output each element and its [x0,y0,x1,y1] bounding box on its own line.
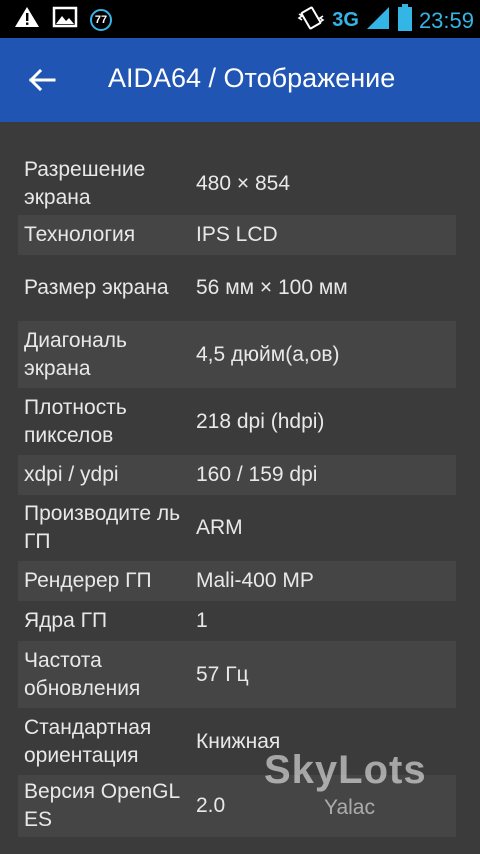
display-info-list[interactable]: Разрешение экрана 480 × 854 Технология I… [0,122,480,854]
network-type-label: 3G [332,9,359,31]
row-value: 1 [196,609,208,632]
row-label: Стандартная ориентация [24,715,152,767]
row-label: Ядра ГП [24,609,108,632]
row-label: Разрешение экрана [24,157,146,209]
status-bar: 77 3G 23:59 [0,0,480,38]
row-label: Технология [24,223,136,246]
table-row: Частота обновления 57 Гц [18,641,456,708]
table-row: xdpi / ydpi 160 / 159 dpi [18,455,456,495]
clock: 23:59 [418,7,474,33]
table-row: Технология IPS LCD [18,215,456,255]
table-row: Разрешение экрана 480 × 854 [18,152,456,215]
row-value: 160 / 159 dpi [196,463,318,486]
row-label: xdpi / ydpi [24,463,119,486]
row-label: Диагональ экрана [24,328,127,380]
row-value: ARM [196,516,243,539]
warning-icon [14,5,40,34]
table-row: Ядра ГП 1 [18,601,456,641]
row-value: 4,5 дюйм(а,ов) [196,342,340,366]
watermark-subtext: Yalac [324,796,375,819]
watermark-text: SkyLots [264,748,427,792]
signal-icon [365,5,391,36]
back-arrow-icon [28,68,56,92]
table-row: Рендерер ГП Mali-400 MP [18,561,456,601]
battery-icon [397,4,413,37]
row-value: 57 Гц [196,662,249,686]
row-label: Версия OpenGL ES [24,780,180,831]
row-label: Частота обновления [24,648,141,700]
image-icon [52,5,78,34]
row-value: IPS LCD [196,223,278,246]
table-row: Диагональ экрана 4,5 дюйм(а,ов) [18,321,456,388]
notification-count-badge: 77 [90,8,112,31]
row-value: 480 × 854 [196,171,291,195]
back-button[interactable] [22,60,62,100]
vibrate-icon [296,6,326,35]
page-title: AIDA64 / Отображение [108,63,396,93]
row-value: 218 dpi (hdpi) [196,409,325,433]
table-row: Плотность пикселов 218 dpi (hdpi) [18,388,456,455]
status-bar-right: 3G 23:59 [296,4,474,37]
row-label: Рендерер ГП [24,569,152,592]
row-value: Mali-400 MP [196,569,314,592]
table-row: Размер экрана 56 мм × 100 мм [18,255,456,321]
row-label: Плотность пикселов [24,395,127,447]
watermark: SkyLots Yalac [264,748,427,819]
app-bar: AIDA64 / Отображение [0,38,480,122]
row-value: 56 мм × 100 мм [196,276,348,299]
info-table: Разрешение экрана 480 × 854 Технология I… [18,152,456,837]
row-label: Производите ль ГП [24,502,181,553]
row-label: Размер экрана [24,276,169,299]
table-row: Производите ль ГП ARM [18,495,456,561]
status-bar-left: 77 [14,5,112,34]
